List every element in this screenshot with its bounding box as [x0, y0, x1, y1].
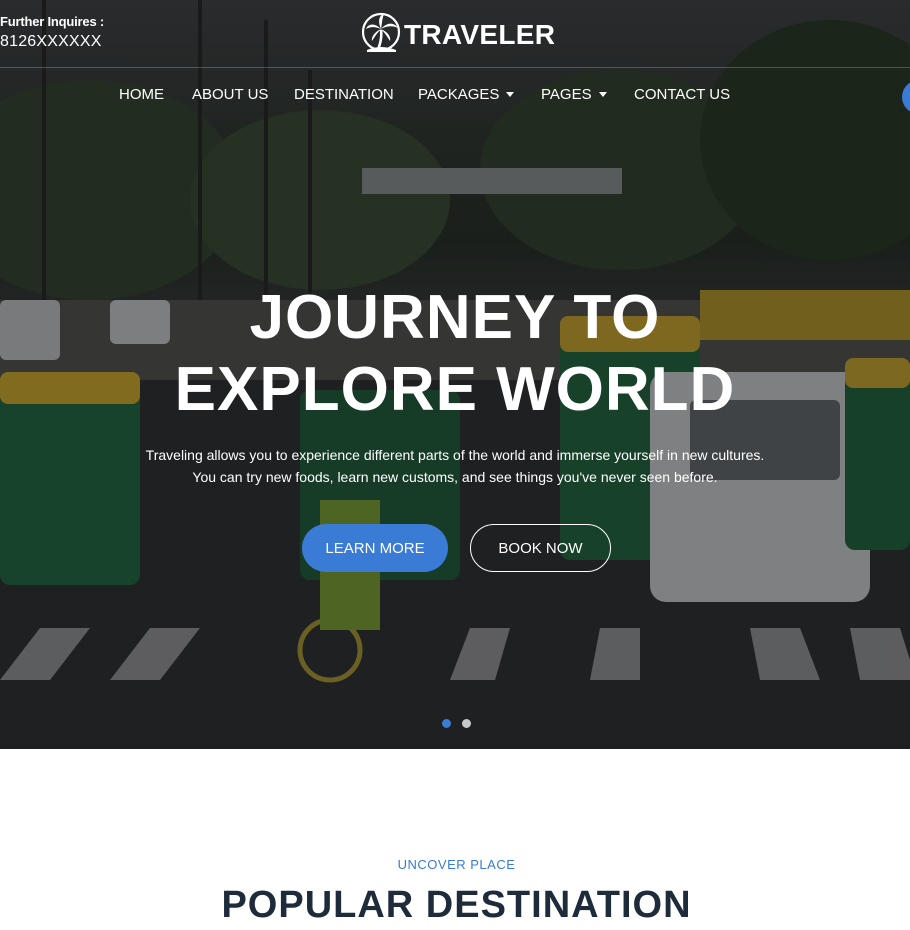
- nav-item-label: ABOUT US: [192, 86, 269, 103]
- hero-title: JOURNEY TO EXPLORE WORLD: [0, 282, 910, 426]
- header-divider: [0, 67, 910, 68]
- contact-phone[interactable]: 8126XXXXXX: [0, 33, 104, 51]
- slider-dot-active[interactable]: [442, 719, 451, 728]
- hero-subtitle-line-1: Traveling allows you to experience diffe…: [145, 447, 765, 463]
- nav-item-home[interactable]: HOME: [119, 86, 164, 103]
- chevron-down-icon: [598, 92, 607, 97]
- contact-info: Further Inquires : 8126XXXXXX: [0, 14, 104, 51]
- hero-title-line-1: JOURNEY TO: [249, 283, 661, 352]
- learn-more-button[interactable]: LEARN MORE: [302, 524, 448, 572]
- nav-item-label: PAGES: [541, 86, 592, 103]
- nav-item-label: DESTINATION: [294, 86, 394, 103]
- hero-banner: Further Inquires : 8126XXXXXX TRAVELER H…: [0, 0, 910, 749]
- nav-item-packages[interactable]: PACKAGES: [418, 86, 515, 103]
- nav-item-destination[interactable]: DESTINATION: [294, 86, 394, 103]
- nav-item-pages[interactable]: PAGES: [541, 86, 607, 103]
- section-eyebrow: UNCOVER PLACE: [397, 857, 516, 872]
- nav-item-contact-us[interactable]: CONTACT US: [634, 86, 730, 103]
- nav-item-label: HOME: [119, 86, 164, 103]
- chevron-down-icon: [506, 92, 515, 97]
- hero-title-line-2: EXPLORE WORLD: [174, 355, 736, 424]
- nav-item-about-us[interactable]: ABOUT US: [192, 86, 268, 103]
- site-logo[interactable]: TRAVELER: [362, 10, 555, 56]
- nav-item-label: PACKAGES: [418, 86, 500, 103]
- hero-subtitle: Traveling allows you to experience diffe…: [0, 444, 910, 488]
- section-title: POPULAR DESTINATION: [221, 884, 692, 926]
- slider-dot[interactable]: [462, 719, 471, 728]
- logo-text: TRAVELER: [404, 19, 556, 50]
- palm-tree-icon: [362, 12, 401, 52]
- main-nav: HOME ABOUT US DESTINATION PACKAGES PAGES…: [0, 86, 910, 108]
- nav-item-label: CONTACT US: [634, 86, 731, 103]
- hero-subtitle-line-2: You can try new foods, learn new customs…: [192, 469, 718, 485]
- contact-label: Further Inquires :: [0, 14, 105, 29]
- book-now-button[interactable]: BOOK NOW: [470, 524, 611, 572]
